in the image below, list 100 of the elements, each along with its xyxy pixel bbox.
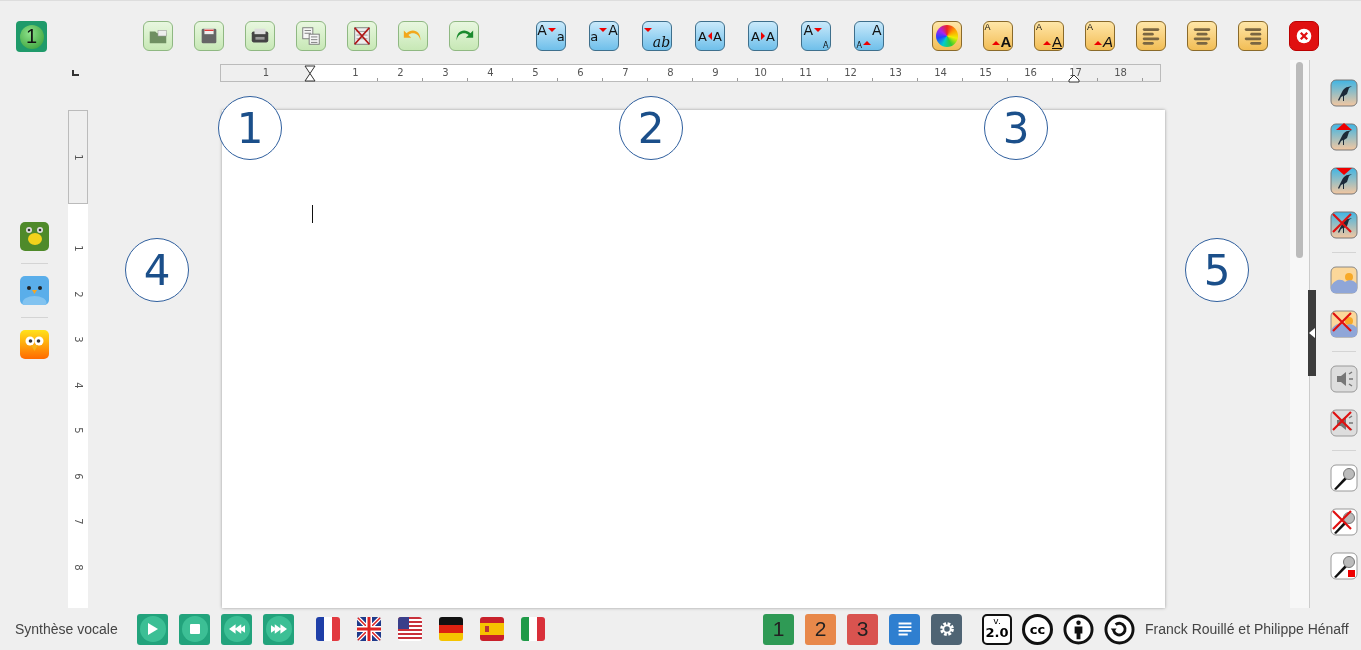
microphone-record-icon — [1330, 552, 1358, 580]
scrollbar-thumb[interactable] — [1296, 62, 1303, 258]
panel-toggle-button[interactable] — [1308, 290, 1316, 376]
bold-text-button[interactable]: A A — [983, 21, 1013, 51]
version-badge: v. 2.0 — [982, 613, 1012, 645]
clear-button[interactable] — [347, 21, 377, 51]
ruler-number: 10 — [738, 65, 783, 81]
ruler-number: 11 — [783, 65, 828, 81]
text-cursor — [312, 205, 313, 223]
ruler-number: 15 — [963, 65, 1008, 81]
bird-image-button[interactable] — [1330, 79, 1358, 107]
settings-button[interactable] — [931, 613, 962, 645]
ruler-number: 6 — [558, 65, 603, 81]
bird-image-icon — [1330, 79, 1358, 107]
indent-marker-icon[interactable] — [1068, 74, 1080, 83]
ruler-number: 16 — [1008, 65, 1053, 81]
text-format-button[interactable]: A A — [801, 21, 831, 51]
play-icon — [147, 623, 158, 635]
rewind-button[interactable] — [221, 613, 252, 645]
text-format-button[interactable]: a A — [589, 21, 619, 51]
align-right-button[interactable] — [1238, 21, 1268, 51]
credits-text: Franck Rouillé et Philippe Hénaff — [1145, 621, 1349, 637]
stop-button[interactable] — [179, 613, 210, 645]
italic-text-button[interactable]: A A — [1085, 21, 1115, 51]
fast-forward-icon — [270, 624, 287, 634]
ruler-number: 14 — [918, 65, 963, 81]
american-flag-button[interactable] — [398, 617, 422, 641]
text-format-button[interactable]: A A — [854, 21, 884, 51]
share-alike-icon — [1104, 613, 1135, 645]
ruler-number: 18 — [1098, 65, 1143, 81]
license-badge: cc — [1022, 613, 1053, 645]
ruler-number: 4 — [72, 382, 84, 389]
indent-marker-icon[interactable] — [304, 65, 316, 82]
bird-image-crossed-button[interactable] — [1330, 211, 1358, 239]
bird-image-down-icon — [1330, 167, 1358, 195]
color-button[interactable] — [932, 21, 962, 51]
print-button[interactable] — [245, 21, 275, 51]
ruler-number: 3 — [72, 336, 84, 343]
microphone-crossed-icon — [1330, 508, 1358, 536]
level-badge[interactable]: 1 — [16, 21, 47, 52]
align-left-button[interactable] — [1136, 21, 1166, 51]
tab-stop-icon[interactable] — [72, 70, 79, 76]
close-button[interactable] — [1289, 21, 1319, 51]
ruler-number: 12 — [828, 65, 873, 81]
bird-image-up-button[interactable] — [1330, 123, 1358, 151]
document-button[interactable] — [889, 613, 920, 645]
british-flag-button[interactable] — [357, 617, 381, 641]
landscape-icon — [1330, 266, 1358, 294]
open-button[interactable] — [143, 21, 173, 51]
numbered-callout: 1 — [218, 96, 282, 160]
documents-icon — [300, 25, 322, 47]
text-format-button[interactable]: ab — [642, 21, 672, 51]
play-button[interactable] — [137, 613, 168, 645]
align-center-button[interactable] — [1187, 21, 1217, 51]
speech-label: Synthèse vocale — [15, 621, 119, 637]
italian-flag-button[interactable] — [521, 617, 545, 641]
ruler-number: 1 — [261, 66, 271, 80]
crossed-document-icon — [351, 25, 373, 47]
bird-avatar-button[interactable] — [19, 276, 49, 305]
underline-text-button[interactable]: A A — [1034, 21, 1064, 51]
text-format-button[interactable]: A A — [695, 21, 725, 51]
ruler-number: 1 — [72, 153, 84, 161]
rewind-icon — [228, 624, 245, 634]
ruler-number: 13 — [873, 65, 918, 81]
ruler-number: 7 — [603, 65, 648, 81]
spanish-flag-button[interactable] — [480, 617, 504, 641]
color-wheel-icon — [936, 25, 958, 47]
level-button[interactable]: 1 — [763, 613, 794, 645]
stop-icon — [189, 624, 200, 634]
person-icon — [1063, 613, 1094, 645]
align-right-icon — [1242, 25, 1264, 47]
ruler-number: 6 — [72, 473, 84, 480]
text-format-button[interactable]: A a — [536, 21, 566, 51]
ruler-number: 9 — [693, 65, 738, 81]
level-button[interactable]: 2 — [805, 613, 836, 645]
german-flag-button[interactable] — [439, 617, 463, 641]
fast-forward-button[interactable] — [263, 613, 294, 645]
french-flag-button[interactable] — [316, 617, 340, 641]
align-center-icon — [1191, 25, 1213, 47]
save-button[interactable] — [194, 21, 224, 51]
landscape-crossed-button[interactable] — [1330, 310, 1358, 338]
ruler-number: 8 — [648, 65, 693, 81]
copy-button[interactable] — [296, 21, 326, 51]
ruler-number: 2 — [72, 291, 84, 298]
redo-button[interactable] — [449, 21, 479, 51]
speaker-icon — [1330, 365, 1358, 393]
speaker-button[interactable] — [1330, 365, 1358, 393]
microphone-record-button[interactable] — [1330, 552, 1358, 580]
bird-image-down-button[interactable] — [1330, 167, 1358, 195]
speaker-crossed-button[interactable] — [1330, 409, 1358, 437]
numbered-callout: 4 — [125, 238, 189, 302]
ruler-number: 8 — [72, 564, 84, 571]
microphone-icon — [1330, 464, 1358, 492]
ruler-number: 5 — [513, 65, 558, 81]
ruler-number: 5 — [72, 427, 84, 434]
text-format-button[interactable]: A A — [748, 21, 778, 51]
level-button[interactable]: 3 — [847, 613, 878, 645]
microphone-crossed-button[interactable] — [1330, 508, 1358, 536]
microphone-button[interactable] — [1330, 464, 1358, 492]
align-left-icon — [1140, 25, 1162, 47]
